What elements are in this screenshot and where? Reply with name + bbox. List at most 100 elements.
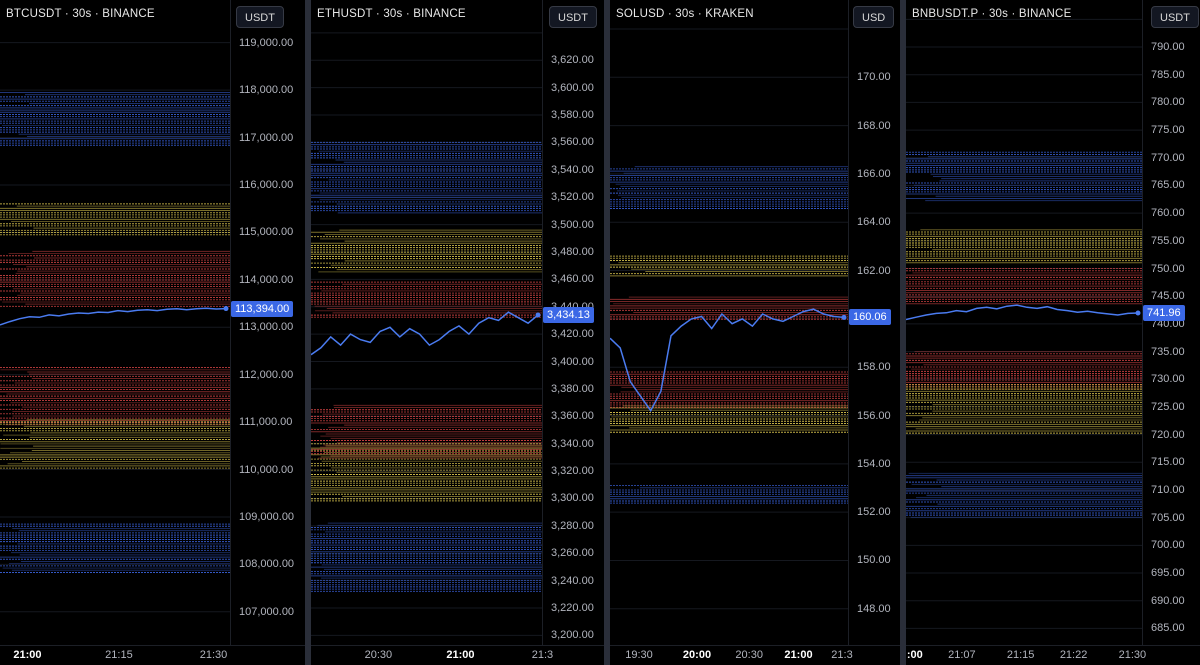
price-tick-label: 3,340.00 [551, 437, 594, 450]
heatmap-chart [906, 18, 1142, 629]
time-tick-label: 21:30 [199, 649, 228, 661]
price-tick-label: 705.00 [1151, 511, 1185, 524]
liquidity-band [0, 250, 230, 307]
time-axis[interactable]: 20:30 21:00 21:3 [311, 645, 604, 665]
liquidity-band [0, 419, 230, 469]
liquidity-band [906, 351, 1142, 390]
currency-button[interactable]: USD [853, 6, 895, 28]
price-axis[interactable]: USDT 3,620.00 3,600.00 3,580.00 3,560.00 3,5… [542, 0, 604, 645]
heatmap-chart [610, 28, 848, 610]
heatmap-chart [311, 32, 542, 636]
liquidity-band [311, 281, 542, 318]
time-tick-label: 21:00 [784, 649, 813, 661]
plot-area[interactable] [906, 0, 1142, 645]
time-axis[interactable]: 19:30 20:00 20:30 21:00 21:3 [610, 645, 900, 665]
price-tick-label: 710.00 [1151, 483, 1185, 496]
price-tick-label: 3,560.00 [551, 136, 594, 149]
liquidity-band [311, 229, 542, 273]
price-tick-label: 3,540.00 [551, 163, 594, 176]
price-tick-label: 166.00 [857, 167, 891, 180]
time-tick-label: 19:30 [625, 649, 653, 661]
price-tick-label: 3,520.00 [551, 191, 594, 204]
price-tick-label: 730.00 [1151, 373, 1185, 386]
price-tick-label: 3,460.00 [551, 273, 594, 286]
symbol-title: BNBUSDT.P · 30s · BINANCE [912, 8, 1072, 20]
time-tick-label: 21:3 [531, 649, 554, 661]
price-tick-label: 3,420.00 [551, 328, 594, 341]
price-axis[interactable]: USD 170.00168.00166.00164.00162.00160.00… [848, 0, 900, 645]
price-tick-label: 118,000.00 [239, 84, 294, 97]
price-tick-label: 158.00 [857, 361, 891, 374]
price-tick-label: 162.00 [857, 264, 891, 277]
current-price-tag: 3,434.13 [543, 306, 594, 323]
price-tick-label: 112,000.00 [239, 368, 294, 381]
symbol-title: BTCUSDT · 30s · BINANCE [6, 8, 155, 20]
price-tick-label: 690.00 [1151, 594, 1185, 607]
liquidity-band [610, 371, 848, 408]
price-tick-label: 154.00 [857, 457, 891, 470]
liquidity-band [906, 384, 1142, 434]
liquidity-band [0, 203, 230, 236]
current-price-tag: 741.96 [1143, 305, 1185, 322]
price-tick-label: 3,360.00 [551, 410, 594, 423]
currency-button[interactable]: USDT [236, 6, 284, 28]
plot-area[interactable] [610, 0, 848, 645]
price-tick-label: 755.00 [1151, 234, 1185, 247]
chart-panel-btc[interactable]: BTCUSDT · 30s · BINANCE USDT 119,000.00 1… [0, 0, 305, 665]
time-tick-label: 21:22 [1059, 649, 1088, 661]
liquidity-band [610, 485, 848, 504]
last-price-dot [841, 314, 847, 320]
price-tick-label: 3,260.00 [551, 547, 594, 560]
price-tick-label: 760.00 [1151, 207, 1185, 220]
currency-button[interactable]: USDT [549, 6, 597, 28]
price-tick-label: 170.00 [857, 71, 891, 84]
price-tick-label: 108,000.00 [239, 558, 295, 571]
current-price-tag: 160.06 [849, 309, 891, 326]
price-tick-label: 775.00 [1151, 124, 1185, 137]
time-axis[interactable]: 21:00 21:15 21:30 [0, 645, 305, 665]
price-tick-label: 3,380.00 [551, 382, 594, 395]
symbol-title: ETHUSDT · 30s · BINANCE [317, 8, 466, 20]
plot-area[interactable] [311, 0, 542, 645]
price-tick-label: 735.00 [1151, 345, 1185, 358]
price-tick-label: 3,280.00 [551, 519, 594, 532]
price-tick-label: 780.00 [1151, 96, 1185, 109]
liquidity-band [0, 523, 230, 573]
price-tick-label: 770.00 [1151, 151, 1185, 164]
price-tick-label: 164.00 [857, 216, 891, 229]
plot-area[interactable] [0, 0, 230, 645]
price-tick-label: 3,300.00 [551, 492, 594, 505]
price-tick-label: 113,000.00 [239, 321, 294, 334]
chart-panel-bnb[interactable]: BNBUSDT.P · 30s · BINANCE USDT 790.00 785… [906, 0, 1200, 665]
price-tick-label: 152.00 [857, 506, 891, 519]
price-tick-label: 3,320.00 [551, 465, 594, 478]
time-tick-label: :00 [906, 649, 923, 661]
price-tick-label: 116,000.00 [239, 178, 294, 191]
liquidity-band [906, 229, 1142, 264]
price-tick-label: 3,600.00 [551, 81, 594, 94]
price-tick-label: 3,400.00 [551, 355, 594, 368]
chart-panel-sol[interactable]: SOLUSD · 30s · KRAKEN USD 170.00 168.00 16… [610, 0, 900, 665]
last-price-dot [1135, 310, 1141, 316]
price-tick-label: 148.00 [857, 602, 891, 615]
price-tick-label: 3,620.00 [551, 54, 594, 67]
liquidity-band [610, 166, 848, 209]
currency-button[interactable]: USDT [1151, 6, 1199, 28]
price-tick-label: 790.00 [1151, 41, 1185, 54]
current-price-tag: 113,394.00 [231, 300, 294, 317]
price-axis[interactable]: USDT 790.00 785.00 780.00 775.00 770.00 765.0… [1142, 0, 1200, 645]
price-tick-label: 168.00 [857, 119, 891, 132]
price-tick-label: 109,000.00 [239, 510, 295, 523]
price-tick-label: 156.00 [857, 409, 891, 422]
price-line [311, 311, 539, 356]
price-axis[interactable]: USDT 119,000.00 118,000.00 117,000.00 116,0… [230, 0, 305, 645]
liquidity-band [610, 255, 848, 277]
price-tick-label: 765.00 [1151, 179, 1185, 192]
time-tick-label: 21:30 [1118, 649, 1147, 661]
price-tick-label: 750.00 [1151, 262, 1185, 275]
chart-panel-eth[interactable]: ETHUSDT · 30s · BINANCE USDT 3,620.00 3,6… [311, 0, 604, 665]
price-tick-label: 150.00 [857, 554, 891, 567]
price-tick-label: 3,200.00 [551, 629, 594, 642]
price-line [0, 307, 227, 326]
time-axis[interactable]: :00 21:07 21:15 21:22 21:30 [906, 645, 1200, 665]
